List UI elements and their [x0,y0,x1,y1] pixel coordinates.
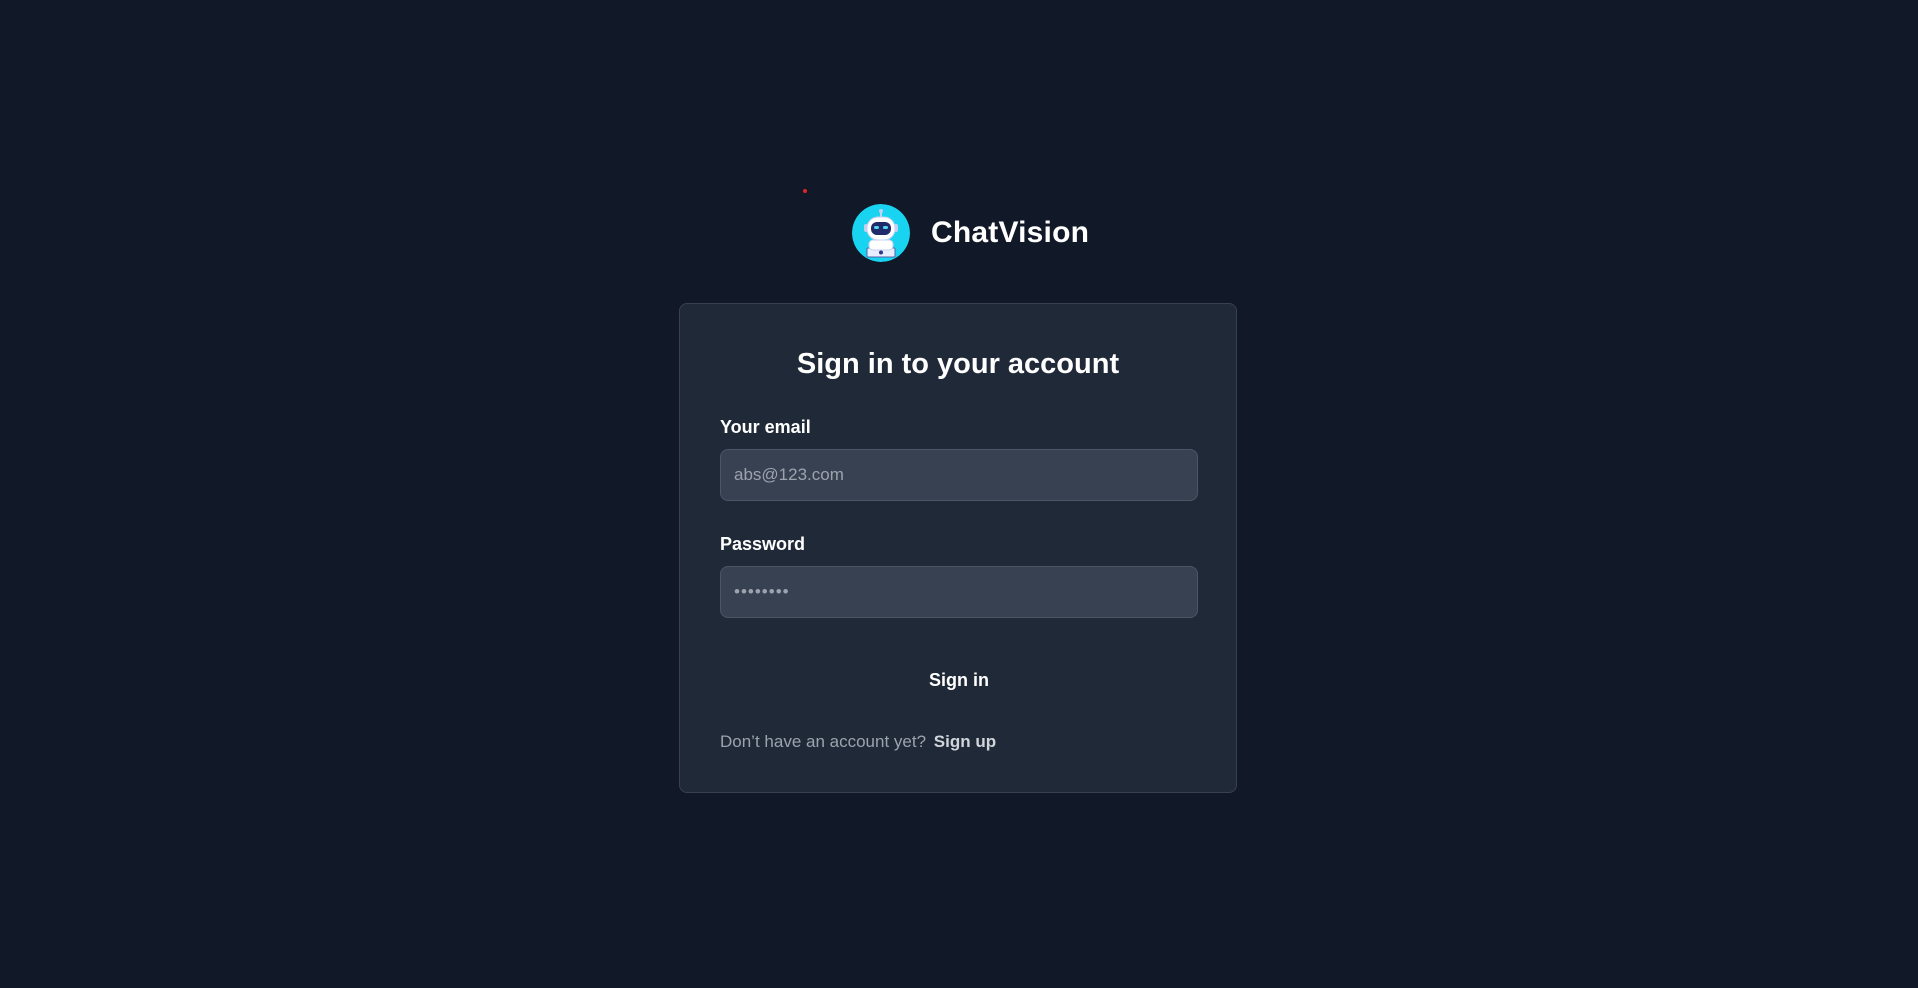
sign-up-link[interactable]: Sign up [934,732,996,751]
signup-prompt-row: Don’t have an account yet? Sign up [720,732,996,752]
email-label: Your email [720,417,811,437]
email-field[interactable] [720,449,1198,501]
marker-dot [803,189,807,193]
password-label: Password [720,534,806,554]
login-page: ChatVision Sign in to your account Your … [0,0,1918,988]
login-card: Sign in to your account Your email Passw… [679,303,1237,793]
sign-in-button[interactable]: Sign in [720,656,1198,704]
robot-icon [852,204,910,262]
password-field[interactable] [720,566,1198,618]
brand-name: ChatVision [931,216,1090,249]
brand-header: ChatVision [852,204,1089,262]
page-title: Sign in to your account [796,348,1120,380]
signup-prompt-text: Don’t have an account yet? [720,732,927,751]
